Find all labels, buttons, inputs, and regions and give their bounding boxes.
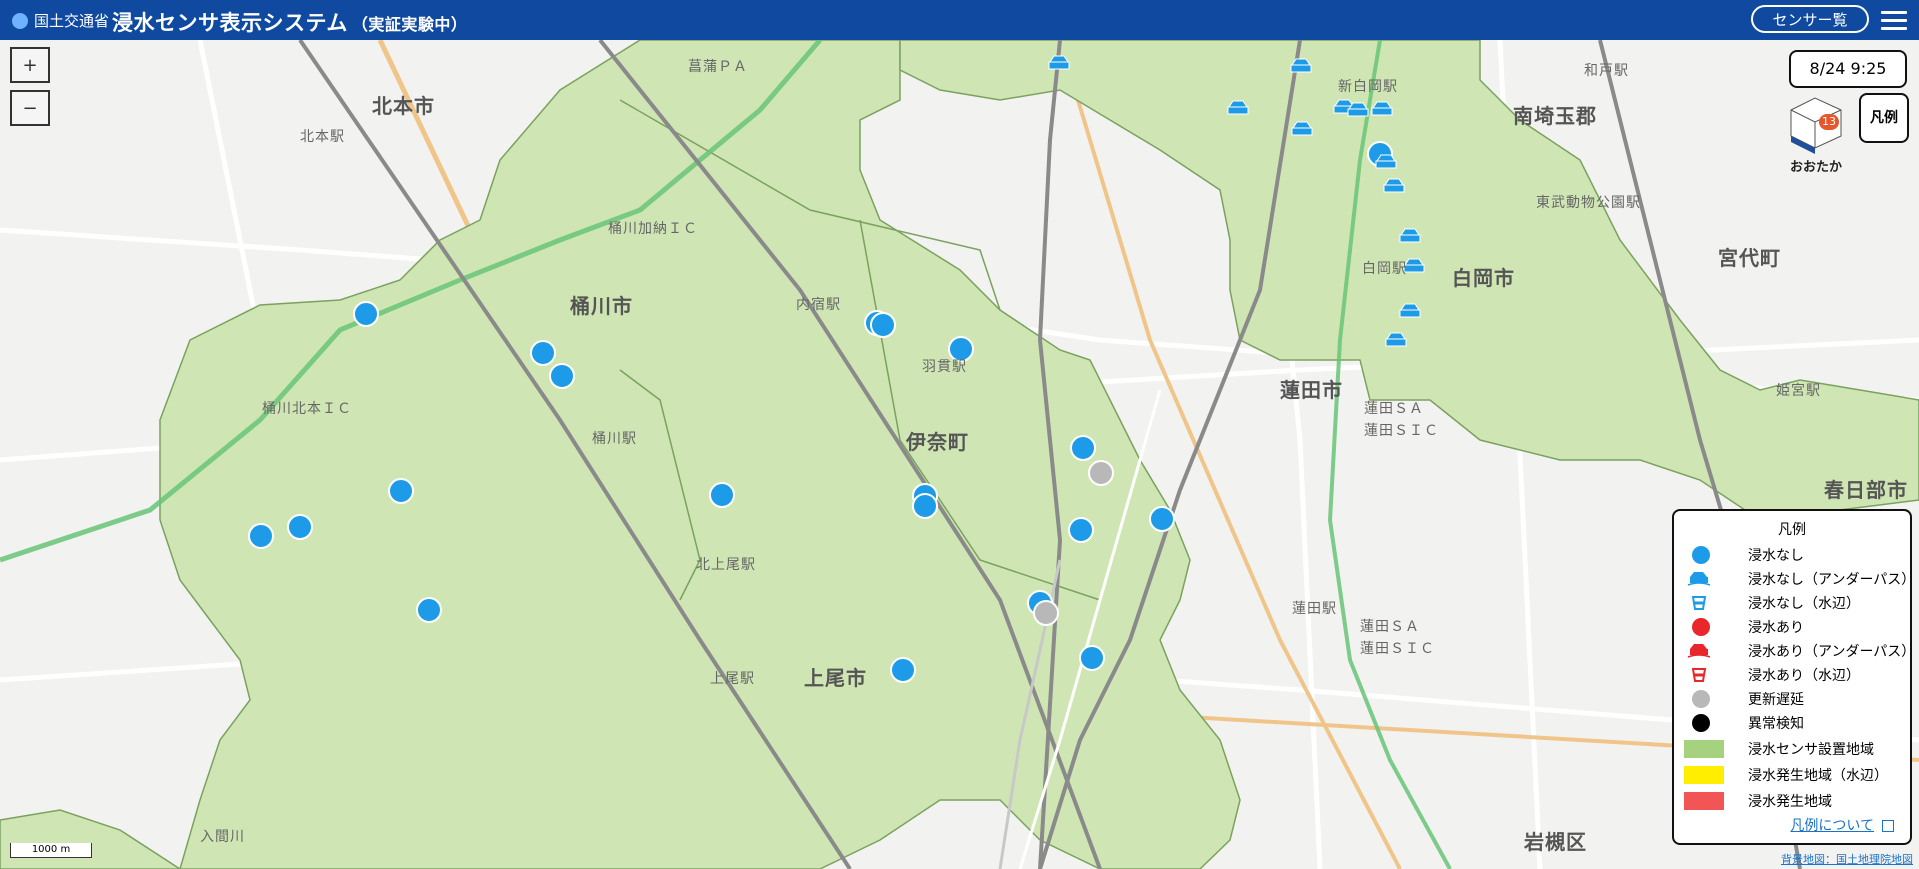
scale-bar: 1000 m: [10, 843, 92, 858]
city-cube-icon: [1790, 97, 1842, 154]
external-link-icon: [1882, 820, 1894, 832]
legend-panel: 凡例 浸水なし 浸水なし（アンダーパス） 浸水なし（水辺） 浸水あり 浸水あり（…: [1672, 509, 1915, 845]
place-iwatsuki: 岩槻区: [1524, 830, 1587, 854]
place-shiraoka: 白岡市: [1452, 266, 1515, 290]
place-wado-station: 和戸駅: [1584, 63, 1629, 79]
zoom-out-button[interactable]: −: [10, 90, 50, 126]
legend-item-sensor-area: 浸水センサ設置地域: [1684, 739, 1874, 759]
place-kasukabe: 春日部市: [1824, 478, 1908, 502]
place-irumagawa: 入間川: [200, 829, 245, 845]
place-hasuda-sic: 蓮田ＳＩＣ: [1364, 423, 1439, 439]
place-shiraoka-station: 白岡駅: [1362, 261, 1407, 277]
place-ina: 伊奈町: [906, 430, 969, 454]
app-title: 浸水センサ表示システム （実証実験中）: [112, 7, 467, 37]
place-ageo: 上尾市: [804, 666, 867, 690]
green-area-swatch: [1684, 740, 1724, 758]
legend-item-update-delay: 更新遅延: [1684, 689, 1804, 709]
app-header: 国土交通省 浸水センサ表示システム （実証実験中） センサー覧: [0, 0, 1919, 40]
car-red-icon: [1687, 644, 1711, 658]
bucket-red-icon: [1691, 668, 1707, 682]
blue-dot-icon: [1692, 546, 1710, 564]
hamburger-menu-icon[interactable]: [1881, 8, 1907, 32]
place-hasuda-sa: 蓮田ＳＡ: [1364, 401, 1424, 417]
black-dot-icon: [1692, 714, 1710, 732]
legend-about-link[interactable]: 凡例について: [1790, 815, 1894, 835]
place-miyashiro: 宮代町: [1718, 246, 1781, 270]
legend-item-waterside-flood-area: 浸水発生地域（水辺）: [1684, 765, 1888, 785]
bucket-blue-icon: [1691, 596, 1707, 610]
place-hasuda-sa-2: 蓮田ＳＡ: [1360, 619, 1420, 635]
legend-item-flood-area: 浸水発生地域: [1684, 791, 1832, 811]
red-dot-icon: [1692, 618, 1710, 636]
place-kounosu-pa: 菖蒲ＰＡ: [688, 59, 748, 75]
app-title-text: 浸水センサ表示システム: [112, 11, 348, 35]
legend-item-flood: 浸水あり: [1684, 617, 1804, 637]
ministry-name: 国土交通省: [34, 12, 110, 30]
legend-item-anomaly: 異常検知: [1684, 713, 1804, 733]
legend-item-flood-underpass: 浸水あり（アンダーパス）: [1684, 641, 1915, 661]
place-kitaageo-station: 北上尾駅: [696, 557, 756, 573]
yellow-area-swatch: [1684, 766, 1724, 784]
place-okegawa-station: 桶川駅: [592, 431, 637, 447]
place-tobu-zoo-station: 東武動物公園駅: [1536, 195, 1641, 211]
place-shinshiraoka-station: 新白岡駅: [1338, 79, 1398, 95]
app-subtitle: （実証実験中）: [351, 15, 468, 34]
place-hasuda-station: 蓮田駅: [1292, 601, 1337, 617]
place-haraichi-station: 羽貫駅: [922, 359, 967, 375]
place-okegawa-kano-ic: 桶川加納ＩＣ: [608, 221, 698, 237]
attribution-link[interactable]: 背景地図：国土地理院地図: [1781, 851, 1913, 867]
place-uchijuku-station: 内宿駅: [796, 297, 841, 313]
place-ageo-station: 上尾駅: [710, 671, 755, 687]
place-okegawa: 桶川市: [570, 294, 633, 318]
place-minamisaitama: 南埼玉郡: [1513, 104, 1597, 128]
map-area[interactable]: 北本市 北本駅 菖蒲ＰＡ 和戸駅 新白岡駅 南埼玉郡 東武動物公園駅 宮代町 桶…: [0, 40, 1919, 869]
place-himemiya-station: 姫宮駅: [1776, 383, 1821, 399]
city-badge-count: 13: [1819, 114, 1839, 130]
mlit-logo-icon: [12, 12, 28, 29]
legend-title: 凡例: [1778, 522, 1806, 538]
timestamp-display: 8/24 9:25: [1789, 50, 1907, 88]
place-kitamoto-station: 北本駅: [300, 129, 345, 145]
ministry-brand: 国土交通省: [12, 10, 109, 31]
city-badge-name: おおたか: [1789, 160, 1842, 175]
legend-toggle-button[interactable]: 凡例: [1859, 93, 1909, 143]
place-hasuda-sic-2: 蓮田ＳＩＣ: [1360, 641, 1435, 657]
place-hasuda: 蓮田市: [1280, 378, 1343, 402]
place-kitamoto: 北本市: [372, 94, 435, 118]
legend-item-no-flood-underpass: 浸水なし（アンダーパス）: [1684, 569, 1915, 589]
car-blue-icon: [1687, 572, 1711, 586]
sensor-list-button[interactable]: センサー覧: [1751, 5, 1869, 33]
legend-item-no-flood: 浸水なし: [1684, 545, 1804, 565]
legend-item-flood-waterside: 浸水あり（水辺）: [1684, 665, 1860, 685]
legend-item-no-flood-waterside: 浸水なし（水辺）: [1684, 593, 1860, 613]
red-area-swatch: [1684, 792, 1724, 810]
city-badge-otaka[interactable]: 13 おおたか: [1781, 92, 1851, 175]
gray-dot-icon: [1692, 690, 1710, 708]
place-okegawa-kitamoto-ic: 桶川北本ＩＣ: [262, 401, 352, 417]
zoom-in-button[interactable]: +: [10, 47, 50, 83]
